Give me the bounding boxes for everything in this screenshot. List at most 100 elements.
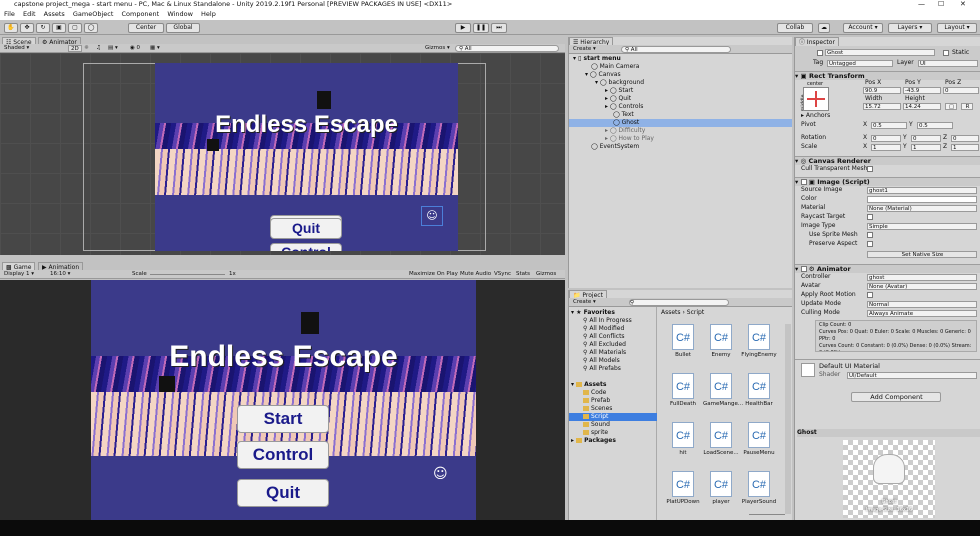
game-quit-button[interactable]: Quit: [237, 479, 329, 507]
width-field[interactable]: 15.72: [863, 103, 901, 110]
packages-header[interactable]: ▸ Packages: [571, 437, 616, 445]
menu-help[interactable]: Help: [201, 10, 216, 18]
image-type-dropdown[interactable]: Simple: [867, 223, 977, 230]
image-component-header[interactable]: ▾ ▣ Image (Script): [795, 177, 980, 186]
animator-header[interactable]: ▾ ⚙ Animator: [795, 264, 980, 273]
asset-platupdown[interactable]: C# PlatUPDown: [665, 471, 701, 505]
height-field[interactable]: 14.24: [903, 103, 941, 110]
cloud-icon[interactable]: ☁: [818, 23, 830, 33]
favorite-all-models[interactable]: ⚲ All Models: [583, 357, 620, 365]
folder-code[interactable]: Code: [583, 389, 606, 397]
static-checkbox[interactable]: [943, 50, 949, 56]
project-scrollbar[interactable]: [785, 324, 791, 514]
project-search-input[interactable]: ⚲: [629, 299, 729, 306]
move-tool-icon[interactable]: ✥: [20, 23, 34, 33]
scene-control-button[interactable]: Control: [270, 243, 342, 251]
hierarchy-row-canvas[interactable]: ▾ ◯ Canvas: [585, 71, 621, 79]
object-name-input[interactable]: Ghost: [825, 49, 935, 56]
asset-loadscene[interactable]: C# LoadScene...: [703, 422, 739, 456]
hierarchy-row-background[interactable]: ▾ ◯ background: [595, 79, 644, 87]
raw-edit-button[interactable]: R: [961, 103, 973, 110]
scale-tool-icon[interactable]: ▣: [52, 23, 66, 33]
step-icon[interactable]: ⏭: [491, 23, 507, 33]
scene-quit-button[interactable]: Quit: [270, 218, 342, 239]
pivot-global-toggle[interactable]: Global: [166, 23, 200, 33]
asset-pausemenu[interactable]: C# PauseMenu: [741, 422, 777, 456]
menu-file[interactable]: File: [4, 10, 15, 18]
hidden-objects-icon[interactable]: ◉ 0: [130, 45, 140, 52]
menu-window[interactable]: Window: [167, 10, 193, 18]
culling-mode-dropdown[interactable]: Always Animate: [867, 310, 977, 317]
asset-healthbar[interactable]: C# HealthBar: [741, 373, 777, 407]
image-enabled-checkbox[interactable]: [800, 179, 807, 185]
posz-field[interactable]: 0: [943, 87, 979, 94]
minimize-icon[interactable]: —: [918, 0, 925, 9]
blueprint-mode-button[interactable]: ▢: [945, 103, 957, 110]
game-control-button[interactable]: Control: [237, 441, 329, 469]
vsync-toggle[interactable]: VSync: [494, 271, 511, 278]
scale-y-field[interactable]: 1: [911, 144, 941, 151]
asset-playersound[interactable]: C# PlayerSound: [741, 471, 777, 505]
favorite-all-prefabs[interactable]: ⚲ All Prefabs: [583, 365, 621, 373]
hierarchy-search-input[interactable]: ⚲ All: [621, 46, 731, 53]
anchor-presets-icon[interactable]: [803, 87, 829, 111]
hand-tool-icon[interactable]: ✋: [4, 23, 18, 33]
maximize-icon[interactable]: ☐: [938, 0, 944, 9]
hierarchy-row-how-to-play[interactable]: ▸ ◯ How to Play: [605, 135, 654, 143]
hierarchy-row-controls[interactable]: ▸ ◯ Controls: [605, 103, 643, 111]
hierarchy-row-eventsystem[interactable]: ◯ EventSystem: [591, 143, 639, 151]
anchors-foldout[interactable]: ▸ Anchors: [801, 112, 830, 120]
raycast-target-checkbox[interactable]: [867, 214, 873, 220]
menu-edit[interactable]: Edit: [23, 10, 36, 18]
update-mode-dropdown[interactable]: Normal: [867, 301, 977, 308]
shader-dropdown[interactable]: UI/Default: [847, 372, 977, 379]
collab-button[interactable]: Collab: [777, 23, 813, 33]
scale-x-field[interactable]: 1: [871, 144, 901, 151]
tab-inspector[interactable]: ⓘ Inspector: [795, 37, 839, 46]
rotation-x-field[interactable]: 0: [871, 135, 901, 142]
stats-toggle[interactable]: Stats: [516, 271, 530, 278]
hierarchy-row-scene[interactable]: ▾ ▯ start menu: [573, 55, 621, 63]
folder-prefab[interactable]: Prefab: [583, 397, 610, 405]
folder-script[interactable]: Script: [569, 413, 657, 421]
menu-gameobject[interactable]: GameObject: [73, 10, 114, 18]
asset-hit[interactable]: C# hit: [665, 422, 701, 456]
folder-sound[interactable]: Sound: [583, 421, 610, 429]
layer-dropdown[interactable]: UI: [918, 60, 978, 67]
icon-size-slider[interactable]: [749, 514, 785, 515]
asset-player[interactable]: C# player: [703, 471, 739, 505]
set-native-size-button[interactable]: Set Native Size: [867, 251, 977, 258]
mode-2d-toggle[interactable]: 2D: [68, 45, 82, 52]
hierarchy-row-start[interactable]: ▸ ◯ Start: [605, 87, 633, 95]
canvas-renderer-header[interactable]: ▾ ◎ Canvas Renderer: [795, 156, 980, 165]
hierarchy-row-text[interactable]: ◯ Text: [613, 111, 634, 119]
breadcrumb-assets[interactable]: Assets: [661, 309, 681, 316]
hierarchy-row-quit[interactable]: ▸ ◯ Quit: [605, 95, 631, 103]
scene-search-input[interactable]: ⚲ All: [455, 45, 559, 52]
pause-icon[interactable]: ❚❚: [473, 23, 489, 33]
root-motion-checkbox[interactable]: [867, 292, 873, 298]
pivot-y-field[interactable]: 0.5: [917, 122, 953, 129]
game-start-button[interactable]: Start: [237, 405, 329, 433]
account-dropdown[interactable]: Account ▾: [843, 23, 883, 33]
grid-icon[interactable]: ▦ ▾: [150, 45, 160, 52]
shading-mode-dropdown[interactable]: Shaded ▾: [4, 45, 29, 52]
play-icon[interactable]: ▶: [455, 23, 471, 33]
layout-dropdown[interactable]: Layout ▾: [937, 23, 977, 33]
hierarchy-create-dropdown[interactable]: Create ▾: [573, 46, 596, 53]
asset-flyingenemy[interactable]: C# FlyingEnemy: [741, 324, 777, 358]
game-view[interactable]: Endless Escape Start Control Quit ☺: [0, 280, 565, 520]
favorite-all-modified[interactable]: ⚲ All Modified: [583, 325, 624, 333]
asset-enemy[interactable]: C# Enemy: [703, 324, 739, 358]
folder-sprite[interactable]: sprite: [583, 429, 608, 437]
favorite-all-excluded[interactable]: ⚲ All Excluded: [583, 341, 626, 349]
folder-scenes[interactable]: Scenes: [583, 405, 612, 413]
effects-icon[interactable]: ▤ ▾: [108, 45, 118, 52]
hierarchy-row-ghost[interactable]: ◯ Ghost: [569, 119, 792, 127]
hierarchy-row-main-camera[interactable]: ◯ Main Camera: [591, 63, 639, 71]
asset-fulldeath[interactable]: C# FullDeath: [665, 373, 701, 407]
favorite-all-materials[interactable]: ⚲ All Materials: [583, 349, 626, 357]
rect-tool-icon[interactable]: ▢: [68, 23, 82, 33]
active-checkbox[interactable]: [817, 50, 823, 56]
gizmos-dropdown[interactable]: Gizmos ▾: [425, 45, 450, 52]
